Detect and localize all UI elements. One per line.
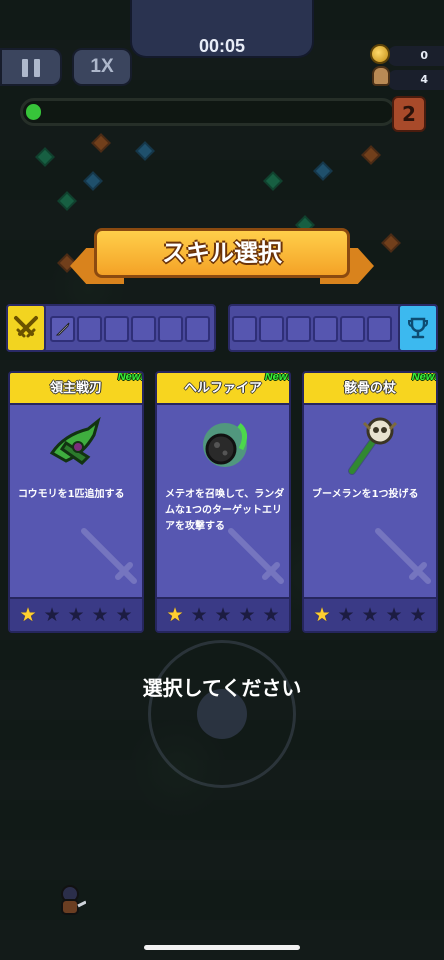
new-badge: New!: [411, 371, 438, 383]
kill-counter: 4: [388, 70, 444, 90]
skill-card-3[interactable]: 骸骨の杖 New! ブーメランを1つ投げる ★ ★ ★ ★ ★: [302, 371, 438, 633]
passive-slot: [286, 316, 311, 342]
star-icon: ★: [190, 603, 208, 626]
star-icon: ★: [67, 603, 85, 626]
card-stars: ★ ★ ★ ★ ★: [157, 597, 289, 631]
star-icon: ★: [115, 603, 133, 626]
sword-watermark-icon: [78, 525, 138, 589]
card-description: コウモリを1匹追加する: [18, 489, 125, 500]
weapon-slot-bar: [6, 304, 216, 352]
dagger-icon: [55, 322, 69, 336]
star-icon: ★: [385, 603, 403, 626]
star-icon: ★: [214, 603, 232, 626]
new-badge: New!: [117, 371, 144, 383]
player-character: [56, 884, 87, 920]
hellfire-meteor-icon: [157, 409, 289, 481]
star-icon: ★: [238, 603, 256, 626]
coin-icon: [370, 44, 390, 64]
card-description: ブーメランを1つ投げる: [312, 489, 419, 500]
weapon-slot: [158, 316, 183, 342]
trophy-icon: [398, 304, 438, 352]
star-icon: ★: [361, 603, 379, 626]
weapon-slot: [185, 316, 210, 342]
xp-bar-fill: [26, 104, 41, 120]
sword-watermark-icon: [225, 525, 285, 589]
star-icon: ★: [19, 603, 37, 626]
star-icon: ★: [337, 603, 355, 626]
star-icon: ★: [166, 603, 184, 626]
coin-counter: 0: [388, 46, 444, 66]
star-icon: ★: [91, 603, 109, 626]
passive-slot: [367, 316, 392, 342]
weapon-slot: [50, 316, 75, 342]
lord-blade-icon: [10, 409, 142, 481]
speed-button[interactable]: 1X: [72, 48, 132, 86]
virtual-joystick[interactable]: [148, 640, 296, 788]
star-icon: ★: [313, 603, 331, 626]
star-icon: ★: [43, 603, 61, 626]
passive-slot: [313, 316, 338, 342]
crossed-swords-icon: [6, 304, 46, 352]
new-badge: New!: [264, 371, 291, 383]
skill-select-title: スキル選択: [94, 228, 350, 278]
passive-slot: [259, 316, 284, 342]
select-prompt: 選択してください: [142, 676, 302, 700]
weapon-slot: [104, 316, 129, 342]
level-badge: 2: [392, 96, 426, 132]
pause-button[interactable]: [0, 48, 62, 86]
star-icon: ★: [262, 603, 280, 626]
card-stars: ★ ★ ★ ★ ★: [304, 597, 436, 631]
passive-slot: [232, 316, 257, 342]
weapon-slot: [77, 316, 102, 342]
pause-icon: [34, 59, 40, 77]
home-indicator[interactable]: [144, 945, 300, 950]
kill-icon: [372, 66, 390, 86]
weapon-slots: [50, 316, 210, 342]
skull-staff-icon: [304, 409, 436, 481]
passive-slot: [340, 316, 365, 342]
weapon-slot: [131, 316, 156, 342]
passive-slots: [232, 316, 392, 342]
timer: 00:05: [198, 36, 246, 56]
card-stars: ★ ★ ★ ★ ★: [10, 597, 142, 631]
skill-card-1[interactable]: 領主戦刃 New! コウモリを1匹追加する ★ ★ ★ ★ ★: [8, 371, 144, 633]
pause-icon: [22, 59, 28, 77]
xp-bar: [20, 98, 396, 126]
sword-watermark-icon: [372, 525, 432, 589]
star-icon: ★: [409, 603, 427, 626]
skill-card-2[interactable]: ヘルファイア New! メテオを召喚して、ランダムな1つのターゲットエリアを攻撃…: [155, 371, 291, 633]
passive-slot-bar: [228, 304, 438, 352]
